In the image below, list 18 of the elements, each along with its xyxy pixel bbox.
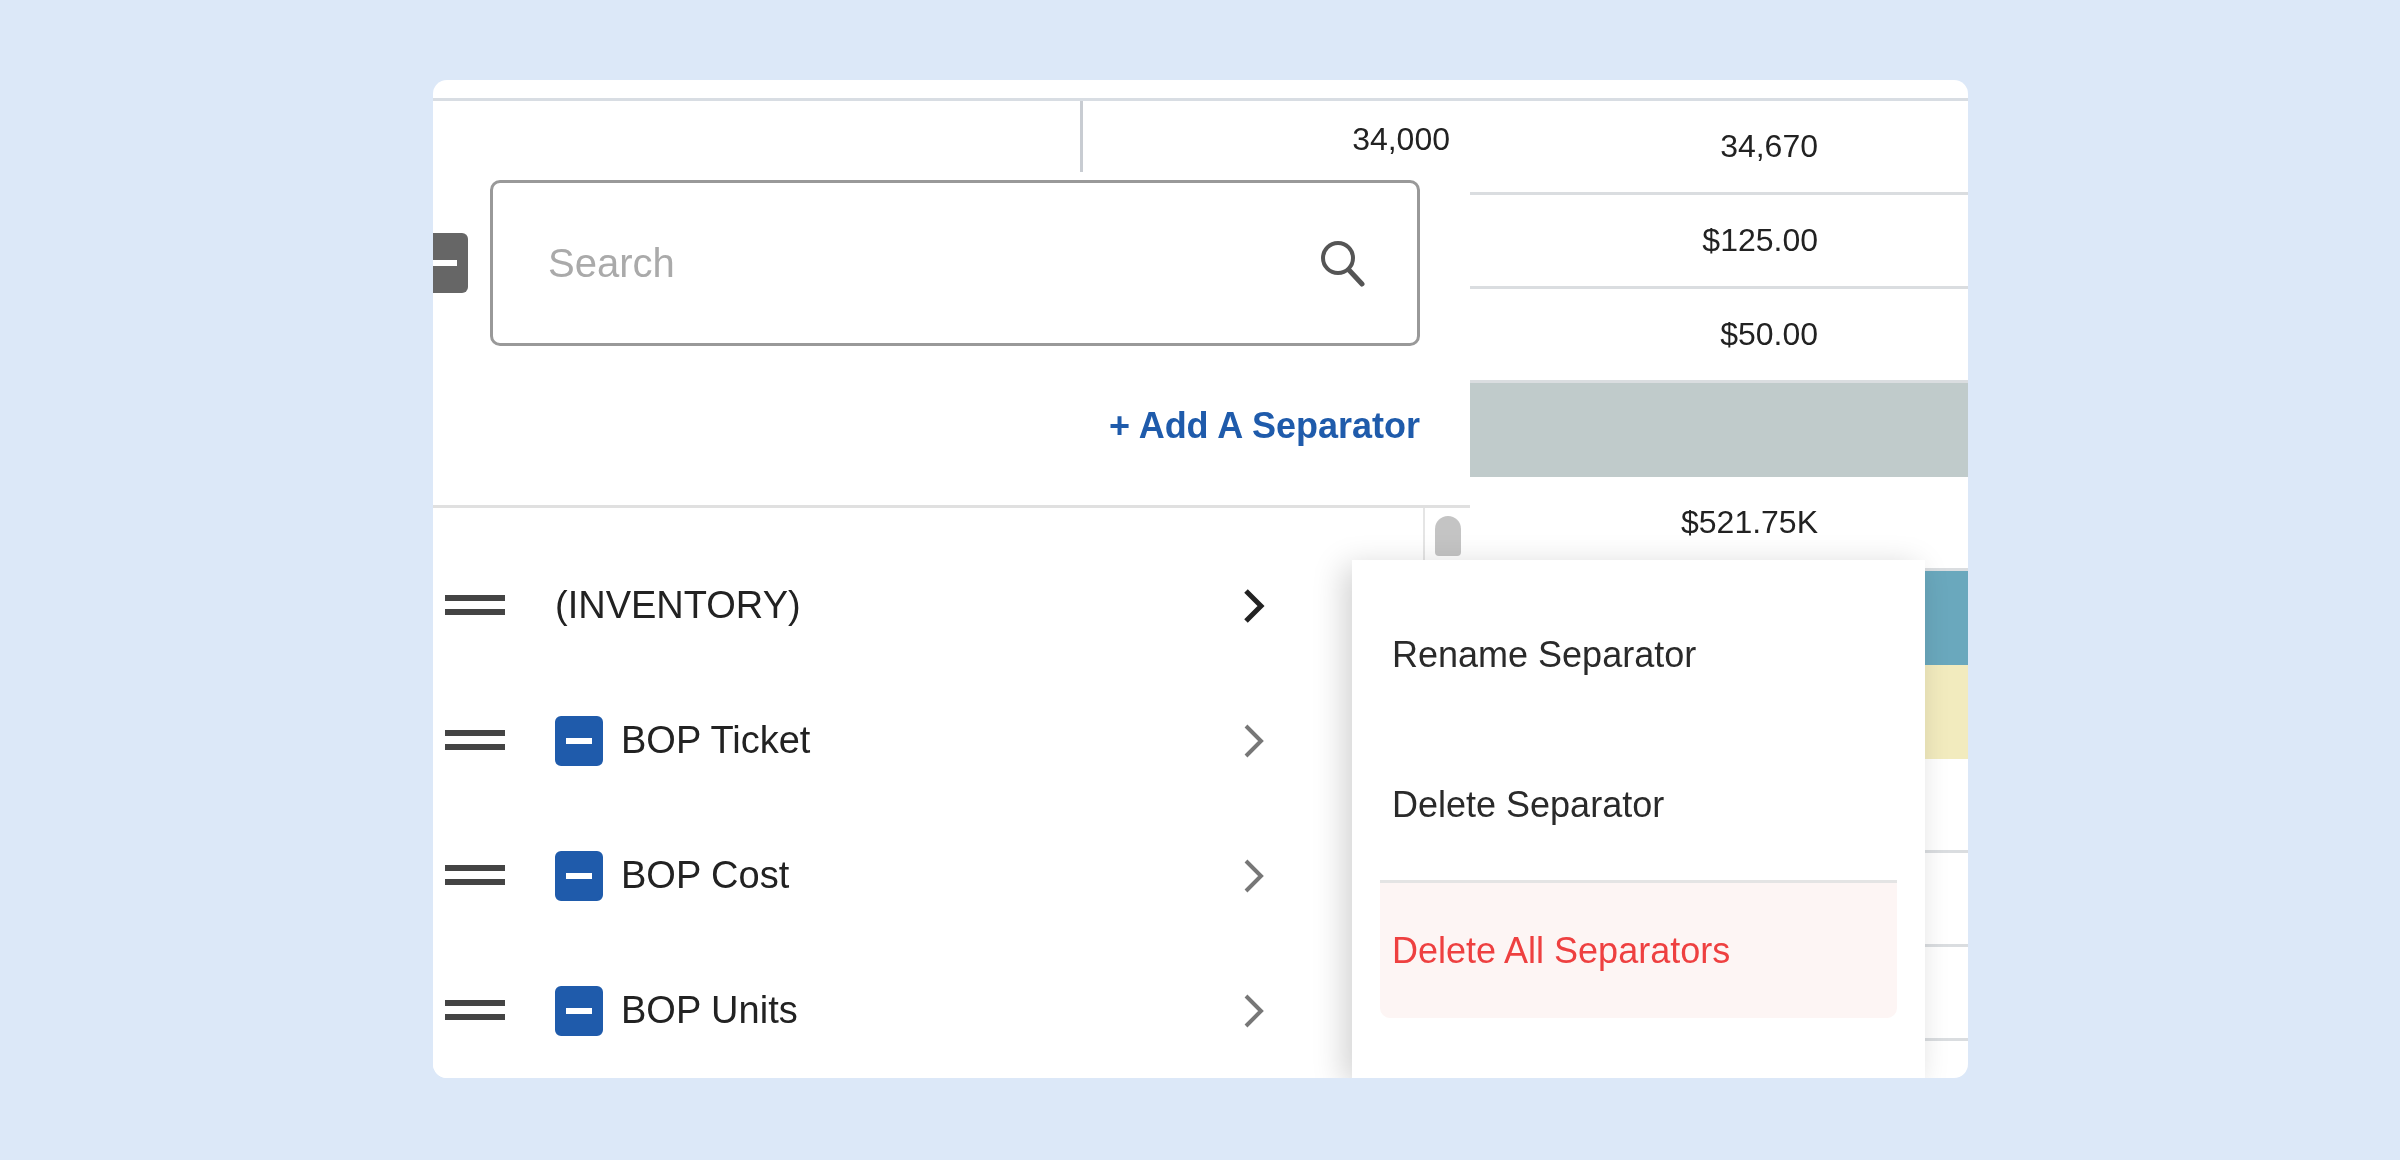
search-icon — [1319, 239, 1365, 287]
list-item-label[interactable]: BOP Cost — [621, 854, 1243, 897]
checkbox[interactable] — [555, 715, 603, 766]
drag-handle-icon[interactable] — [445, 729, 505, 752]
menu-item[interactable]: Delete Separator — [1380, 730, 1897, 880]
drag-handle-icon[interactable] — [445, 864, 505, 887]
list-item-label[interactable]: BOP Ticket — [621, 719, 1243, 762]
checkbox[interactable] — [555, 850, 603, 901]
list-item-label[interactable]: BOP Units — [621, 989, 1243, 1032]
drag-handle-icon[interactable] — [445, 594, 505, 617]
drag-handle-icon[interactable] — [445, 999, 505, 1022]
chevron-right-icon[interactable] — [1243, 587, 1265, 624]
add-separator-link[interactable]: + Add A Separator — [1108, 404, 1420, 447]
checkbox[interactable] — [555, 985, 603, 1036]
menu-item[interactable]: Rename Separator — [1380, 580, 1897, 730]
table-cell: 34,670 — [1470, 101, 1968, 195]
search-field[interactable]: Search — [490, 180, 1420, 346]
list-item-label[interactable]: (INVENTORY) — [555, 584, 1243, 627]
